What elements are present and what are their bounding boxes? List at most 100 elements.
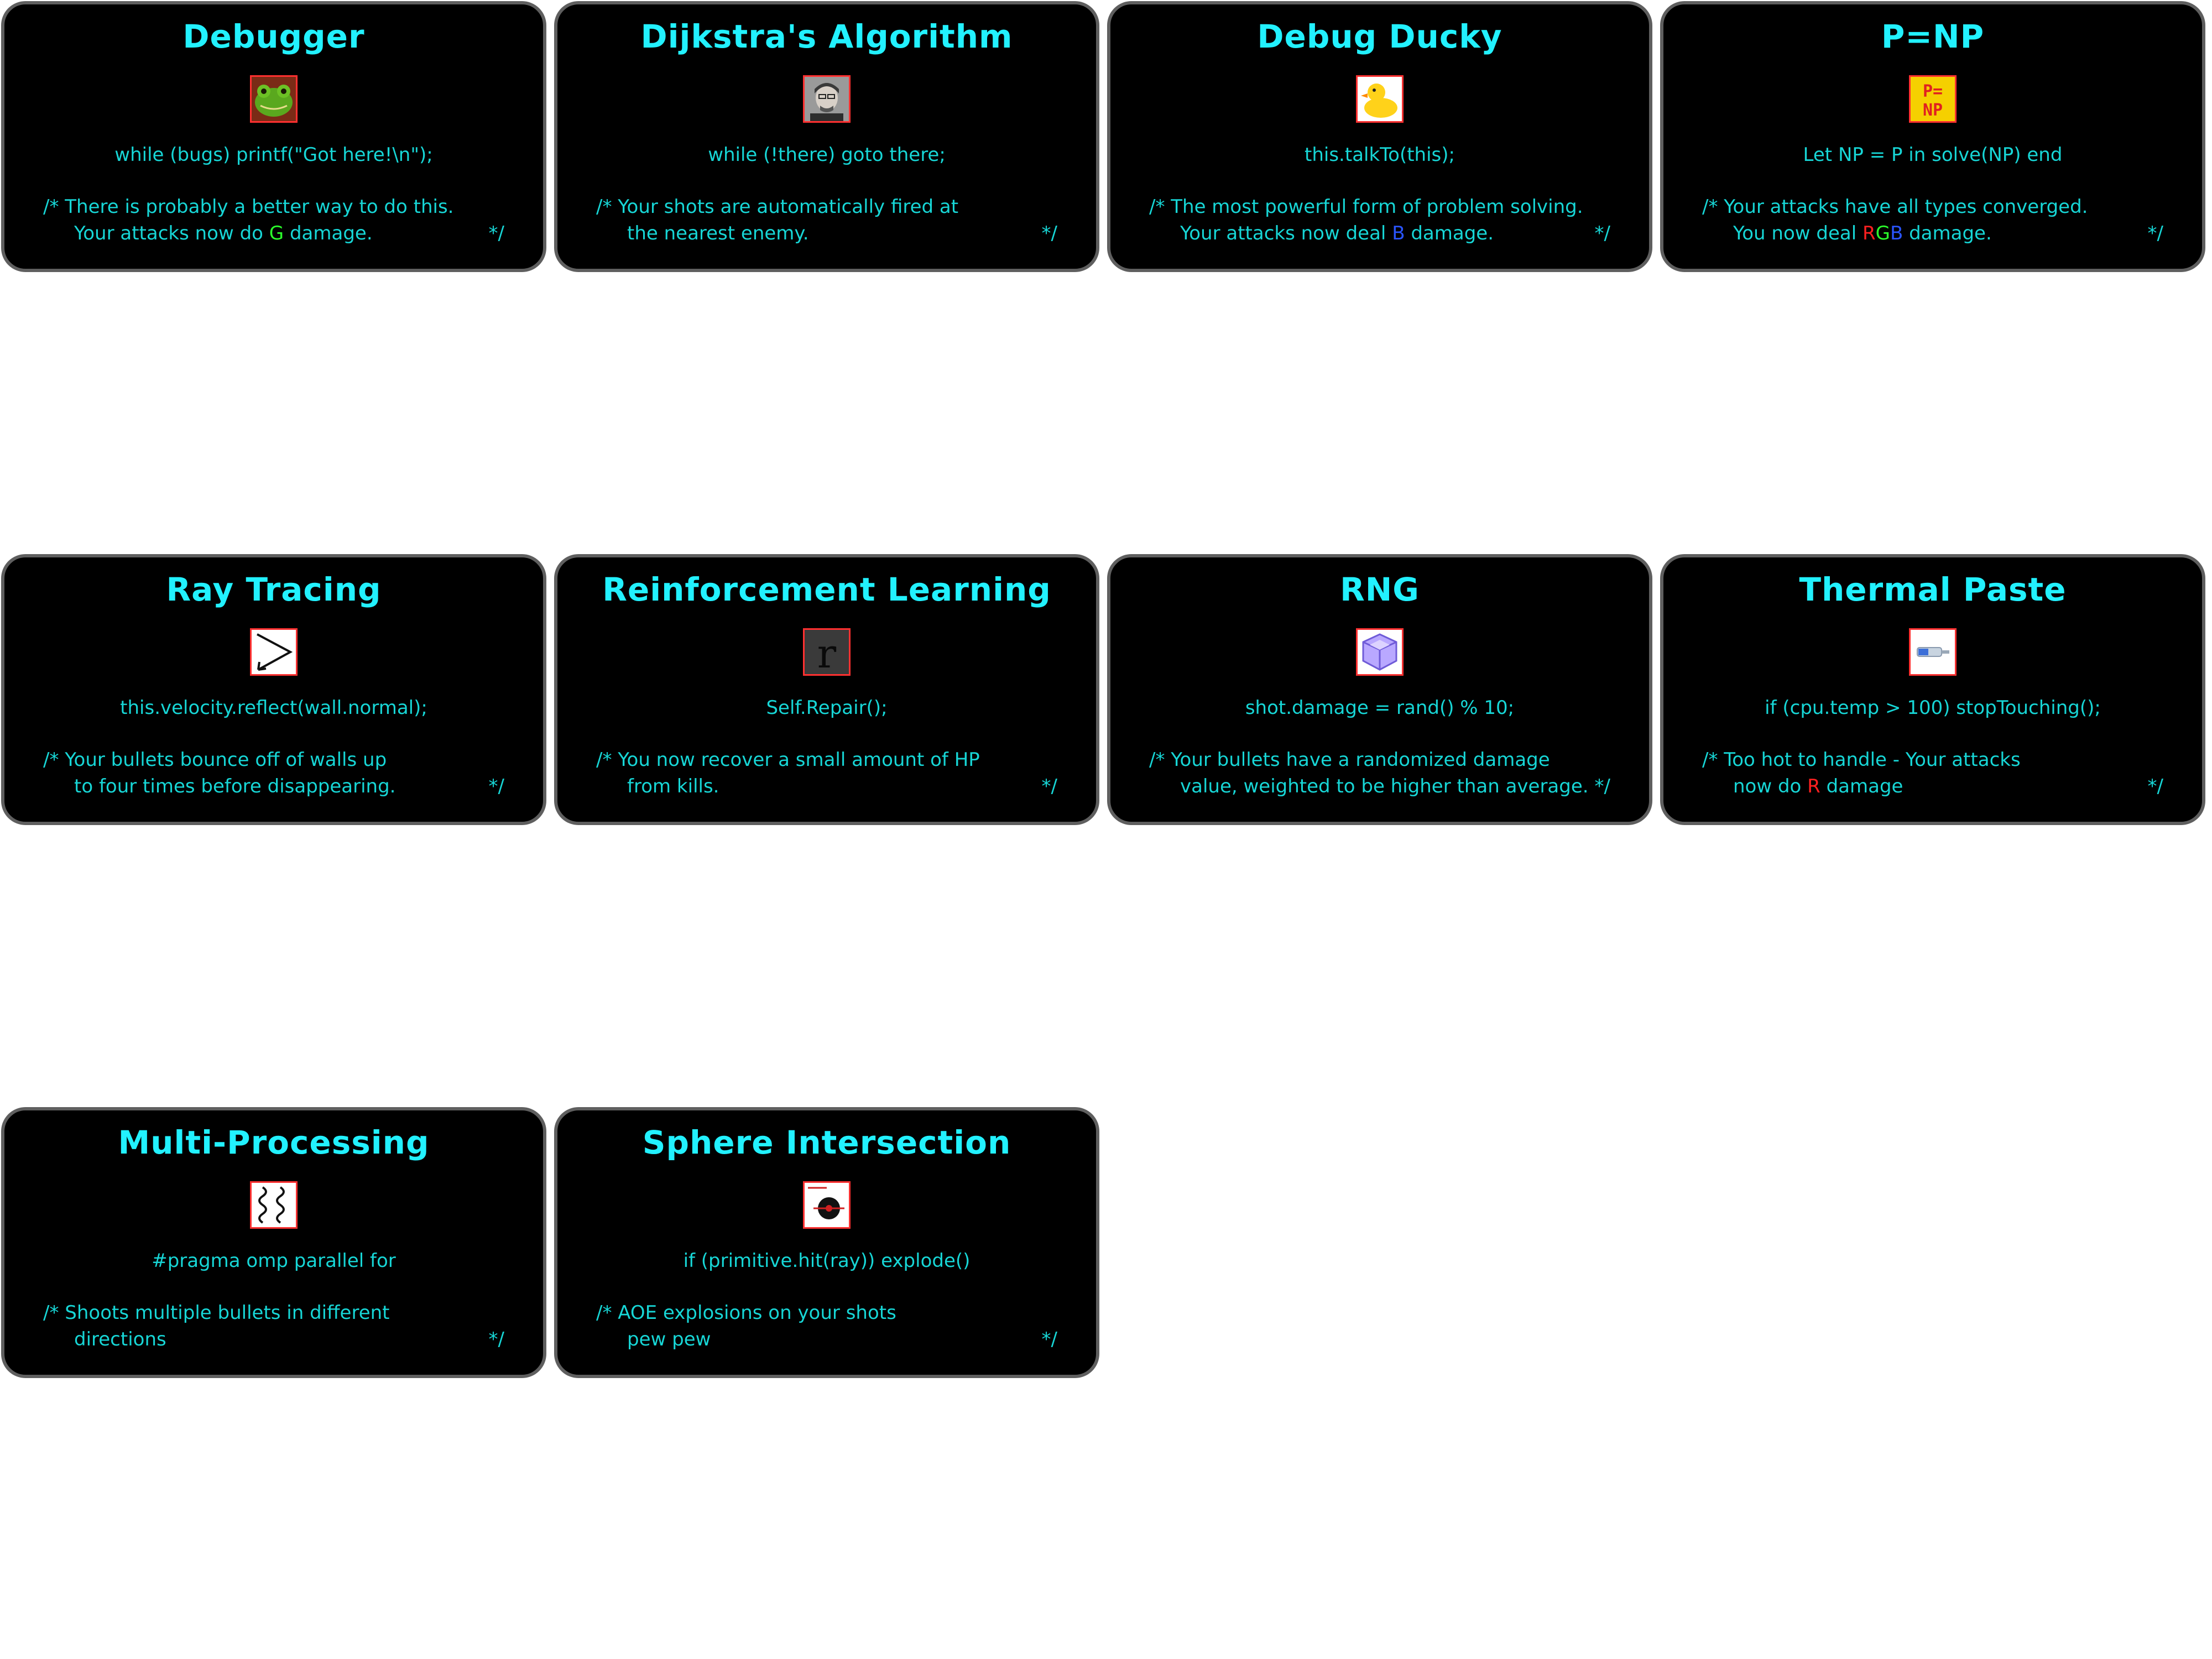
- comment-line-1: /* You now recover a small amount of HP: [596, 749, 980, 771]
- comment-text: pew pew: [627, 1328, 711, 1350]
- comment-line-1: /* The most powerful form of problem sol…: [1149, 196, 1583, 218]
- card-title: Debugger: [182, 18, 365, 55]
- upgrade-card-multi-processing[interactable]: Multi-Processing #pragma omp parallel fo…: [1, 1107, 546, 1378]
- card-comment: /* Your bullets bounce off of walls up t…: [43, 747, 504, 800]
- card-code: Self.Repair();: [766, 697, 888, 719]
- card-code: Let NP = P in solve(NP) end: [1803, 144, 2063, 166]
- upgrade-card-reinforcement-learning[interactable]: Reinforcement Learning r Self.Repair(); …: [554, 554, 1099, 825]
- card-code: if (cpu.temp > 100) stopTouching();: [1765, 697, 2101, 719]
- comment-text: You now deal: [1733, 222, 1863, 244]
- comment-text: Your attacks now deal: [1180, 222, 1392, 244]
- card-title: Sphere Intersection: [642, 1124, 1011, 1161]
- comment-end: */: [488, 1328, 504, 1350]
- card-title: P=NP: [1881, 18, 1985, 55]
- card-title: Multi-Processing: [118, 1124, 430, 1161]
- comment-line-2: pew pew */: [596, 1326, 1057, 1353]
- syringe-icon: [1909, 628, 1957, 676]
- card-comment: /* Your bullets have a randomized damage…: [1149, 747, 1610, 800]
- upgrade-card-rng[interactable]: RNG shot.damage = rand() % 10; /* Your b…: [1107, 554, 1652, 825]
- comment-text: Your attacks now do: [74, 222, 269, 244]
- card-comment: /* You now recover a small amount of HP …: [596, 747, 1057, 800]
- card-comment: /* AOE explosions on your shots pew pew *…: [596, 1300, 1057, 1353]
- card-comment: /* Your shots are automatically fired at…: [596, 194, 1057, 247]
- comment-text: damage: [1820, 775, 1903, 797]
- card-comment: /* There is probably a better way to do …: [43, 194, 504, 247]
- card-title: RNG: [1340, 571, 1420, 608]
- comment-text: damage.: [1903, 222, 1992, 244]
- comment-line-2: directions */: [43, 1326, 504, 1353]
- dice-cube-icon: [1356, 628, 1404, 676]
- damage-type-red: R: [1807, 775, 1820, 797]
- card-title: Thermal Paste: [1799, 571, 2067, 608]
- comment-end: */: [1594, 222, 1610, 244]
- comment-text: now do: [1733, 775, 1808, 797]
- damage-type-blue: B: [1392, 222, 1405, 244]
- comment-line-2: value, weighted to be higher than averag…: [1149, 773, 1610, 800]
- upgrade-card-sphere-intersection[interactable]: Sphere Intersection if (primitive.hit(ra…: [554, 1107, 1099, 1378]
- card-code: while (bugs) printf("Got here!\n");: [114, 144, 433, 166]
- damage-type-green: G: [269, 222, 284, 244]
- upgrade-card-debug-ducky[interactable]: Debug Ducky this.talkTo(this); /* The mo…: [1107, 1, 1652, 272]
- comment-end: */: [2147, 775, 2163, 797]
- comment-end: */: [1041, 1328, 1057, 1350]
- card-code: this.velocity.reflect(wall.normal);: [120, 697, 427, 719]
- damage-type-green: G: [1875, 222, 1890, 244]
- p-equals-np-icon: P= NP: [1909, 75, 1957, 123]
- rubber-duck-icon: [1356, 75, 1404, 123]
- comment-end: */: [1041, 775, 1057, 797]
- comment-line-2: to four times before disappearing. */: [43, 773, 504, 800]
- comment-line-1: /* Your bullets have a randomized damage: [1149, 749, 1550, 771]
- comment-end: */: [1041, 222, 1057, 244]
- comment-text: damage.: [1405, 222, 1494, 244]
- comment-line-1: /* Your attacks have all types converged…: [1702, 196, 2088, 218]
- card-code: shot.damage = rand() % 10;: [1245, 697, 1515, 719]
- card-comment: /* Your attacks have all types converged…: [1702, 194, 2163, 247]
- upgrade-card-debugger[interactable]: Debugger while (bugs) printf("Got here!\…: [1, 1, 546, 272]
- comment-line-1: /* Your shots are automatically fired at: [596, 196, 959, 218]
- frog-icon: [250, 75, 298, 123]
- comment-end: */: [2147, 222, 2163, 244]
- portrait-icon: [803, 75, 851, 123]
- comment-line-2: now do R damage */: [1702, 773, 2163, 800]
- comment-line-2: from kills. */: [596, 773, 1057, 800]
- comment-line-1: /* Too hot to handle - Your attacks: [1702, 749, 2021, 771]
- card-title: Reinforcement Learning: [602, 571, 1051, 608]
- card-comment: /* The most powerful form of problem sol…: [1149, 194, 1610, 247]
- comment-line-2: the nearest enemy. */: [596, 220, 1057, 247]
- comment-end: */: [488, 775, 504, 797]
- damage-type-red: R: [1862, 222, 1876, 244]
- svg-text:NP: NP: [1923, 101, 1943, 120]
- threads-icon: [250, 1181, 298, 1229]
- card-code: #pragma omp parallel for: [152, 1250, 396, 1272]
- upgrade-card-grid: Debugger while (bugs) printf("Got here!\…: [0, 0, 2212, 1659]
- ray-reflection-icon: [250, 628, 298, 676]
- svg-text:r: r: [817, 630, 837, 674]
- card-title: Debug Ducky: [1257, 18, 1503, 55]
- card-code: if (primitive.hit(ray)) explode(): [683, 1250, 971, 1272]
- upgrade-card-p-equals-np[interactable]: P=NP P= NP Let NP = P in solve(NP) end /…: [1660, 1, 2205, 272]
- comment-line-1: /* Shoots multiple bullets in different: [43, 1302, 390, 1324]
- card-comment: /* Shoots multiple bullets in different …: [43, 1300, 504, 1353]
- comment-line-1: /* There is probably a better way to do …: [43, 196, 454, 218]
- comment-text: from kills.: [627, 775, 719, 797]
- comment-end: */: [1594, 775, 1610, 797]
- upgrade-card-dijkstra[interactable]: Dijkstra's Algorithm while (!there) goto…: [554, 1, 1099, 272]
- upgrade-card-thermal-paste[interactable]: Thermal Paste if (cpu.temp > 100) stopTo…: [1660, 554, 2205, 825]
- comment-text: value, weighted to be higher than averag…: [1180, 775, 1589, 797]
- letter-r-icon: r: [803, 628, 851, 676]
- card-comment: /* Too hot to handle - Your attacks now …: [1702, 747, 2163, 800]
- comment-text: directions: [74, 1328, 166, 1350]
- svg-text:P=: P=: [1923, 82, 1943, 101]
- comment-line-2: Your attacks now deal B damage. */: [1149, 220, 1610, 247]
- comment-text: to four times before disappearing.: [74, 775, 396, 797]
- comment-text: damage.: [284, 222, 373, 244]
- card-title: Ray Tracing: [166, 571, 382, 608]
- sphere-target-icon: [803, 1181, 851, 1229]
- comment-end: */: [488, 222, 504, 244]
- upgrade-card-ray-tracing[interactable]: Ray Tracing this.velocity.reflect(wall.n…: [1, 554, 546, 825]
- comment-line-1: /* AOE explosions on your shots: [596, 1302, 896, 1324]
- comment-line-2: Your attacks now do G damage. */: [43, 220, 504, 247]
- card-code: while (!there) goto there;: [708, 144, 946, 166]
- card-code: this.talkTo(this);: [1305, 144, 1455, 166]
- comment-line-2: You now deal RGB damage. */: [1702, 220, 2163, 247]
